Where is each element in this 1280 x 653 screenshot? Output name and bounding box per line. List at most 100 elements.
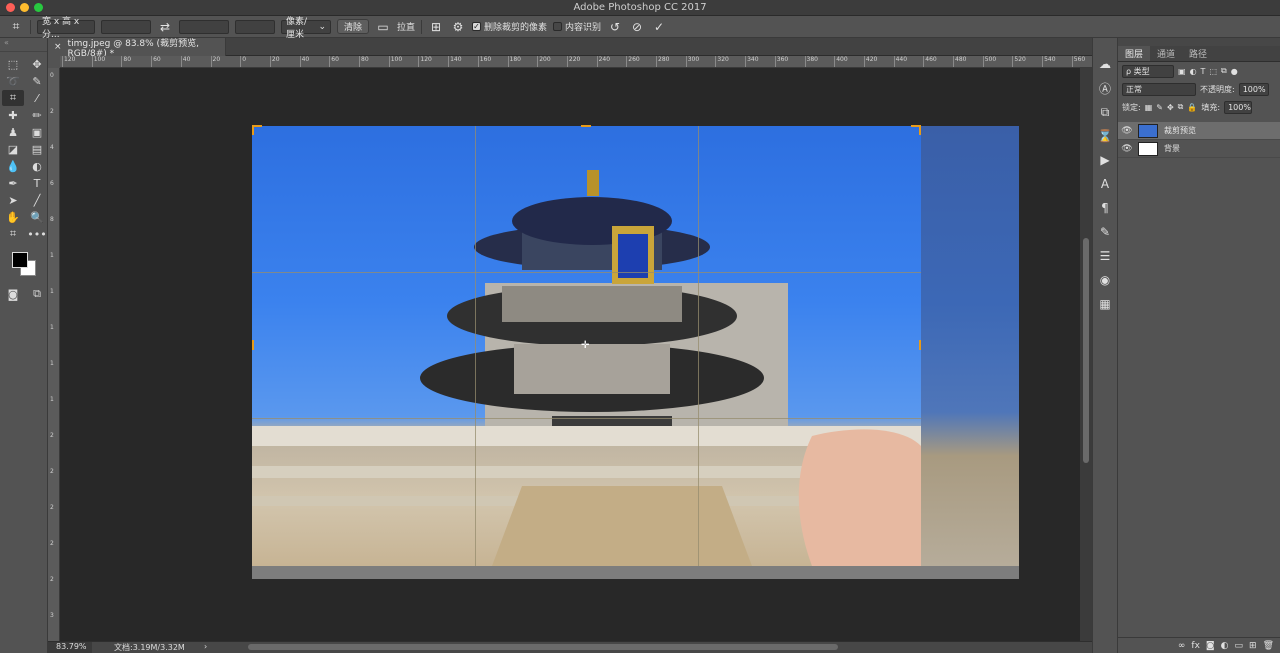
- horizontal-scrollbar-thumb[interactable]: [248, 644, 838, 650]
- hand-tool-icon[interactable]: ✋: [2, 209, 24, 225]
- zoom-level[interactable]: 83.79%: [48, 642, 92, 653]
- crop-handle-top[interactable]: [581, 125, 591, 127]
- link-icon[interactable]: ∞: [1178, 641, 1186, 651]
- check-icon[interactable]: ✓: [651, 20, 667, 34]
- crop-tool-icon[interactable]: ⌗: [2, 90, 24, 106]
- swap-arrows-icon[interactable]: ⇄: [157, 20, 173, 34]
- brush-presets-icon[interactable]: ✎: [1093, 220, 1117, 244]
- character-style-icon[interactable]: Ⓐ: [1093, 76, 1117, 100]
- fill-input[interactable]: 100%: [1224, 100, 1253, 114]
- fx-icon[interactable]: fx: [1191, 641, 1200, 651]
- filter-adjustment-icon[interactable]: ◐: [1190, 67, 1197, 76]
- history-brush-tool-icon[interactable]: ▣: [26, 124, 48, 140]
- adjustments-icon[interactable]: ☰: [1093, 244, 1117, 268]
- quick-select-tool-icon[interactable]: ✎: [26, 73, 48, 89]
- vertical-scrollbar[interactable]: [1080, 68, 1092, 641]
- overlay-grid-icon[interactable]: ⊞: [428, 20, 444, 34]
- actions-play-icon[interactable]: ▶: [1093, 148, 1117, 172]
- adjustment-icon[interactable]: ◐: [1221, 641, 1229, 651]
- ratio-dropdown[interactable]: 宽 x 高 x 分...: [37, 17, 95, 40]
- layer-row[interactable]: 👁 裁剪预览: [1118, 122, 1280, 140]
- width-input[interactable]: [101, 19, 151, 34]
- undo-icon[interactable]: ↺: [607, 20, 623, 34]
- straighten-label[interactable]: 拉直: [397, 20, 415, 33]
- folder-icon[interactable]: ▭: [1235, 641, 1244, 651]
- path-select-tool-icon[interactable]: ➤: [2, 192, 24, 208]
- foreground-color[interactable]: [12, 252, 28, 268]
- document-tab[interactable]: × timg.jpeg @ 83.8% (裁剪预览, RGB/8#) *: [48, 38, 226, 59]
- screen-mode-icon[interactable]: ⧉: [26, 286, 48, 302]
- lock-pixels-icon[interactable]: ✎: [1156, 103, 1163, 112]
- unit-dropdown[interactable]: 像素/厘米 ⌄: [281, 17, 331, 40]
- lock-artboard-icon[interactable]: ⧉: [1178, 102, 1184, 112]
- grid-panel-icon[interactable]: ▦: [1093, 292, 1117, 316]
- crop-handle-top-left[interactable]: [252, 125, 254, 135]
- crop-handle-left[interactable]: [252, 340, 254, 350]
- close-icon[interactable]: ×: [54, 42, 62, 52]
- marquee-tool-icon[interactable]: ⬚: [2, 56, 24, 72]
- color-swatches[interactable]: [10, 252, 40, 282]
- pen-tool-icon[interactable]: ✒: [2, 175, 24, 191]
- channels-icon[interactable]: ◉: [1093, 268, 1117, 292]
- eye-icon[interactable]: 👁: [1118, 144, 1136, 154]
- lock-transparent-icon[interactable]: ▦: [1145, 103, 1153, 112]
- cancel-icon[interactable]: ⊘: [629, 20, 645, 34]
- opacity-input[interactable]: 100%: [1238, 82, 1269, 96]
- scrollbar-thumb[interactable]: [1083, 238, 1089, 463]
- filter-shape-icon[interactable]: ⬚: [1209, 67, 1217, 76]
- clear-button[interactable]: 清除: [337, 19, 370, 34]
- character-icon[interactable]: A: [1093, 172, 1117, 196]
- stamp-tool-icon[interactable]: ♟: [2, 124, 24, 140]
- panel-grip[interactable]: [1118, 38, 1280, 46]
- gear-icon[interactable]: ⚙: [450, 20, 466, 34]
- layer-thumbnail: [1138, 123, 1158, 138]
- layer-filter-dropdown[interactable]: ρ 类型: [1122, 64, 1174, 78]
- panel-grip[interactable]: «: [0, 38, 47, 52]
- history-icon[interactable]: ⌛: [1093, 124, 1117, 148]
- lock-all-icon[interactable]: 🔒: [1187, 103, 1197, 112]
- straighten-icon[interactable]: ▭: [375, 20, 391, 34]
- brush-tool-icon[interactable]: ✏: [26, 107, 48, 123]
- tab-channels[interactable]: 通道: [1150, 46, 1182, 61]
- crop-handle-right[interactable]: [919, 340, 921, 350]
- content-aware-checkbox[interactable]: 内容识别: [553, 19, 601, 35]
- libraries-icon[interactable]: ☁: [1093, 52, 1117, 76]
- libraries-panel-icon[interactable]: ⧉: [1093, 100, 1117, 124]
- artboard-tool-icon[interactable]: ⌗: [2, 226, 24, 242]
- height-input[interactable]: [179, 19, 229, 34]
- lock-position-icon[interactable]: ✥: [1167, 103, 1174, 112]
- resolution-input[interactable]: [235, 19, 275, 34]
- tab-layers[interactable]: 图层: [1118, 46, 1151, 61]
- more-tools-icon[interactable]: •••: [26, 226, 48, 242]
- mask-icon[interactable]: ◙: [1206, 641, 1215, 651]
- line-tool-icon[interactable]: ╱: [26, 192, 48, 208]
- tab-paths[interactable]: 路径: [1182, 46, 1214, 61]
- zoom-tool-icon[interactable]: 🔍: [26, 209, 48, 225]
- dodge-tool-icon[interactable]: ◐: [26, 158, 48, 174]
- filter-type-icon[interactable]: T: [1201, 67, 1206, 76]
- dock-grip[interactable]: [1093, 38, 1117, 52]
- status-menu-arrow[interactable]: ›: [204, 642, 207, 651]
- eraser-tool-icon[interactable]: ◪: [2, 141, 24, 157]
- crop-tool-preset-icon[interactable]: ⌗: [8, 19, 24, 34]
- filter-toggle-icon[interactable]: ●: [1231, 67, 1238, 76]
- trash-icon[interactable]: 🗑: [1263, 641, 1274, 651]
- crop-handle-top-right[interactable]: [919, 125, 921, 135]
- quick-mask-icon[interactable]: ◙: [2, 286, 24, 302]
- blend-mode-dropdown[interactable]: 正常: [1122, 82, 1196, 96]
- delete-cropped-checkbox[interactable]: ✓ 删除裁剪的像素: [472, 19, 547, 35]
- filter-image-icon[interactable]: ▣: [1178, 67, 1186, 76]
- lasso-tool-icon[interactable]: ➰: [2, 73, 24, 89]
- new-layer-icon[interactable]: ⊞: [1249, 641, 1257, 651]
- paragraph-icon[interactable]: ¶: [1093, 196, 1117, 220]
- healing-tool-icon[interactable]: ✚: [2, 107, 24, 123]
- filter-smart-icon[interactable]: ⧉: [1221, 66, 1227, 76]
- gradient-tool-icon[interactable]: ▤: [26, 141, 48, 157]
- blur-tool-icon[interactable]: 💧: [2, 158, 24, 174]
- canvas-extension: [252, 566, 1019, 579]
- eyedropper-tool-icon[interactable]: ⁄: [26, 90, 48, 106]
- type-tool-icon[interactable]: T: [26, 175, 48, 191]
- layer-row[interactable]: 👁 背景: [1118, 140, 1280, 158]
- eye-icon[interactable]: 👁: [1118, 126, 1136, 136]
- move-tool-icon[interactable]: ✥: [26, 56, 48, 72]
